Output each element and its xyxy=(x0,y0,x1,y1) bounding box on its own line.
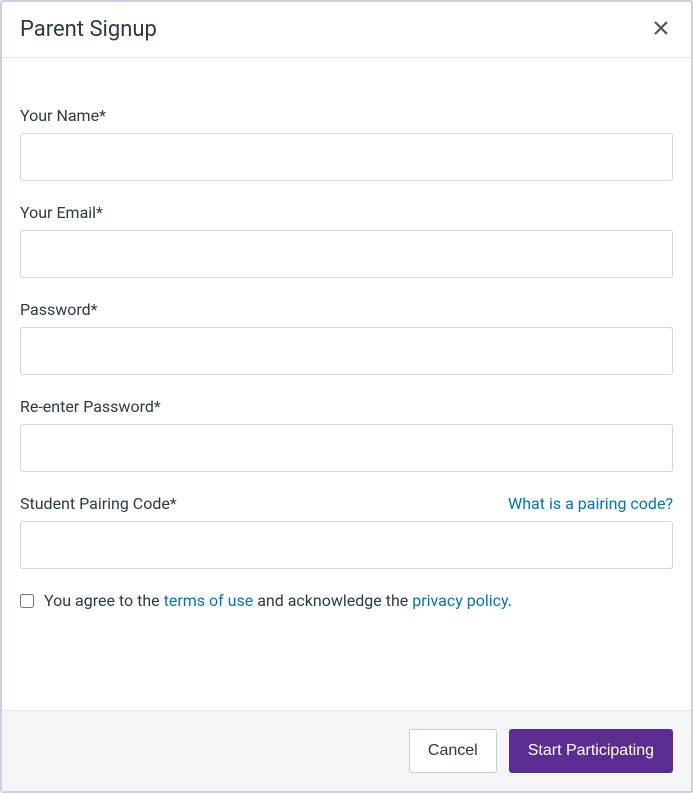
repassword-label: Re-enter Password* xyxy=(20,397,161,416)
field-repassword: Re-enter Password* xyxy=(20,397,673,472)
parent-signup-modal: Parent Signup Your Name* Your Email* xyxy=(0,0,693,793)
pairing-label: Student Pairing Code* xyxy=(20,494,177,513)
modal-header: Parent Signup xyxy=(2,2,691,58)
agree-text: You agree to the terms of use and acknow… xyxy=(44,591,512,610)
password-label: Password* xyxy=(20,300,98,319)
agree-suffix: . xyxy=(508,591,512,610)
field-name: Your Name* xyxy=(20,106,673,181)
cancel-button[interactable]: Cancel xyxy=(409,729,497,773)
modal-body: Your Name* Your Email* Password* Re-ente… xyxy=(2,58,691,710)
field-password: Password* xyxy=(20,300,673,375)
agree-prefix: You agree to the xyxy=(44,591,164,610)
field-pairing: Student Pairing Code* What is a pairing … xyxy=(20,494,673,569)
field-email: Your Email* xyxy=(20,203,673,278)
modal-title: Parent Signup xyxy=(20,17,157,42)
modal-footer: Cancel Start Participating xyxy=(2,710,691,791)
agree-checkbox[interactable] xyxy=(20,594,34,608)
privacy-link[interactable]: privacy policy xyxy=(412,591,508,610)
submit-button[interactable]: Start Participating xyxy=(509,729,673,773)
agree-mid: and acknowledge the xyxy=(253,591,412,610)
repassword-input[interactable] xyxy=(20,424,673,472)
name-label: Your Name* xyxy=(20,106,106,125)
email-input[interactable] xyxy=(20,230,673,278)
close-button[interactable] xyxy=(649,16,673,43)
close-icon xyxy=(653,20,669,39)
email-label: Your Email* xyxy=(20,203,103,222)
password-input[interactable] xyxy=(20,327,673,375)
agree-row: You agree to the terms of use and acknow… xyxy=(20,591,673,610)
terms-link[interactable]: terms of use xyxy=(164,591,254,610)
pairing-input[interactable] xyxy=(20,521,673,569)
pairing-help-link[interactable]: What is a pairing code? xyxy=(508,494,673,513)
name-input[interactable] xyxy=(20,133,673,181)
